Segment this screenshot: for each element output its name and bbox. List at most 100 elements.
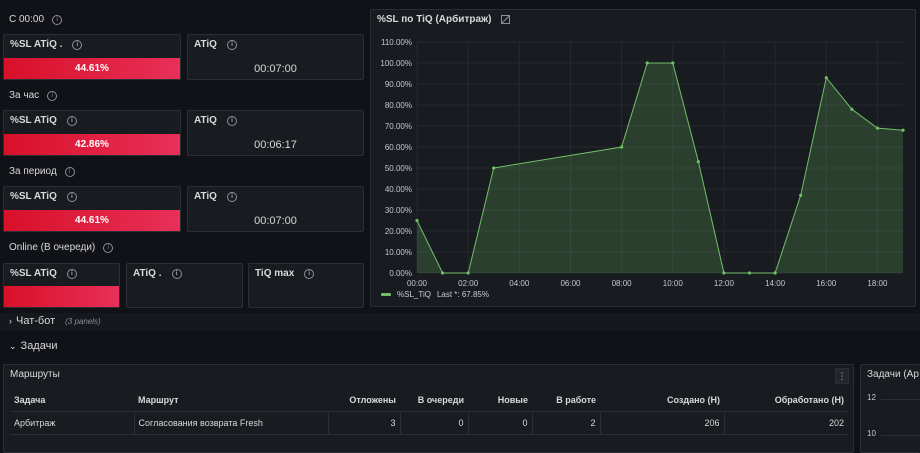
col-header[interactable]: В очереди (400, 389, 468, 412)
chart-legend[interactable]: %SL_TiQ Last *: 67.85% (381, 290, 489, 299)
table-cell: 2 (532, 411, 601, 435)
atiq-panel: ATiQ i 00:07:00 (187, 34, 364, 80)
info-icon[interactable]: i (226, 191, 237, 202)
y-tick-label: 100.00% (380, 59, 412, 68)
legend-label: %SL_TiQ (397, 290, 431, 299)
online-tiqmax-panel: TiQ max i (248, 263, 364, 308)
data-point (824, 76, 828, 80)
y-tick-label: 60.00% (385, 143, 412, 152)
grid-line (881, 435, 920, 436)
panel-title: %SL ATiQ .i (10, 39, 83, 50)
data-point (415, 218, 419, 223)
data-point (492, 166, 496, 170)
info-icon[interactable]: i (226, 115, 237, 126)
panel-menu-icon[interactable]: ⋮ (835, 368, 849, 384)
table-cell: 206 (600, 411, 725, 435)
online-sl-panel: %SL ATiQ i (3, 263, 120, 308)
info-icon[interactable]: i (66, 268, 77, 279)
data-point (722, 271, 726, 275)
info-icon[interactable]: i (52, 14, 63, 25)
col-header[interactable]: Обработано (Н) (724, 389, 848, 412)
info-icon[interactable]: i (304, 268, 315, 279)
col-header[interactable]: В работе (532, 389, 600, 412)
data-point (466, 271, 470, 275)
panel-title: TiQ max i (255, 268, 315, 279)
table-row: Арбитраж Согласования возврата Fresh 3 0… (10, 411, 848, 435)
data-point (747, 271, 752, 275)
table-cell: 3 (328, 411, 401, 435)
info-icon[interactable]: i (72, 39, 83, 50)
data-point (671, 61, 675, 65)
x-tick-label: 12:00 (714, 279, 735, 288)
table-cell: 0 (468, 411, 533, 435)
legend-swatch (381, 293, 391, 296)
data-point (850, 107, 854, 111)
col-header[interactable]: Новые (468, 389, 532, 412)
info-icon[interactable]: i (103, 242, 114, 253)
atiq-value: 00:07:00 (254, 215, 297, 227)
table-cell: 202 (724, 411, 848, 435)
info-icon[interactable]: i (47, 90, 58, 101)
data-point (901, 128, 905, 132)
x-tick-label: 00:00 (407, 279, 428, 288)
panel-title: ATiQ i (194, 115, 237, 126)
sl-value: 44.61% (4, 58, 180, 79)
data-point (875, 126, 880, 130)
section-label: Online (В очереди) i (9, 242, 114, 253)
panel-title: ATiQ .i (133, 268, 182, 279)
x-tick-label: 14:00 (765, 279, 786, 288)
data-point (620, 145, 624, 149)
tasks-panel: Задачи (Ар 12 10 (860, 364, 920, 453)
sl-bar (4, 286, 119, 307)
section-label: С 00:00 i (9, 14, 63, 25)
y-tick-label: 70.00% (385, 122, 412, 131)
panel-title: %SL ATiQ i (10, 115, 77, 126)
data-point (696, 160, 700, 164)
sl-tiq-chart-panel: %SL по TiQ (Арбитраж) 0.00% 10.00% 20.00% 3… (370, 9, 916, 307)
data-point (799, 193, 803, 197)
data-point (773, 271, 777, 275)
data-point (440, 271, 445, 275)
sl-value: 42.86% (4, 134, 180, 155)
col-header[interactable]: Создано (Н) (600, 389, 724, 412)
x-tick-label: 06:00 (560, 279, 581, 288)
chatbot-row-bg (0, 313, 920, 331)
info-icon[interactable]: i (66, 115, 77, 126)
chart-svg: 0.00% 10.00% 20.00% 30.00% 40.00% 50.00% 60.00… (380, 38, 905, 288)
row-title: Чат-бот (16, 315, 56, 327)
legend-last-value: Last *: 67.85% (436, 290, 489, 299)
tasks-row[interactable]: ⌄ Задачи (9, 340, 57, 352)
y-tick-label: 90.00% (385, 80, 412, 89)
atiq-value: 00:06:17 (254, 139, 297, 151)
info-icon[interactable]: i (66, 191, 77, 202)
y-tick-label: 40.00% (385, 185, 412, 194)
col-header[interactable]: Отложены (328, 389, 400, 412)
panel-title: ATiQ i (194, 191, 237, 202)
row-title: Задачи (20, 340, 58, 352)
x-tick-label: 16:00 (816, 279, 837, 288)
col-header[interactable]: Маршрут (134, 389, 328, 412)
y-tick-label: 80.00% (385, 101, 412, 110)
col-header[interactable]: Задача (10, 389, 134, 412)
chevron-right-icon: › (9, 316, 12, 326)
panel-title: Маршруты (10, 369, 60, 380)
info-icon[interactable]: i (171, 268, 182, 279)
info-icon[interactable]: i (226, 39, 237, 50)
section-label: За период i (9, 166, 75, 177)
routes-panel: Маршруты ⋮ Задача Маршрут Отложены В оче… (3, 364, 854, 453)
chatbot-row[interactable]: › Чат-бот (3 panels) (9, 315, 101, 327)
panel-title: ATiQ i (194, 39, 237, 50)
sl-atiq-panel: %SL ATiQ .i 44.61% (3, 34, 181, 80)
y-tick-label: 0.00% (389, 269, 412, 278)
panel-title: %SL ATiQ i (10, 191, 77, 202)
y-tick-label: 110.00% (381, 38, 412, 47)
info-icon[interactable]: i (64, 166, 75, 177)
table-cell: 0 (400, 411, 469, 435)
atiq-value: 00:07:00 (254, 63, 297, 75)
y-tick-label: 30.00% (385, 206, 412, 215)
grid-line (881, 399, 920, 400)
x-tick-label: 04:00 (509, 279, 530, 288)
row-note: (3 panels) (65, 316, 101, 326)
sl-atiq-panel: %SL ATiQ i 42.86% (3, 110, 181, 156)
y-tick-label: 50.00% (385, 164, 412, 173)
